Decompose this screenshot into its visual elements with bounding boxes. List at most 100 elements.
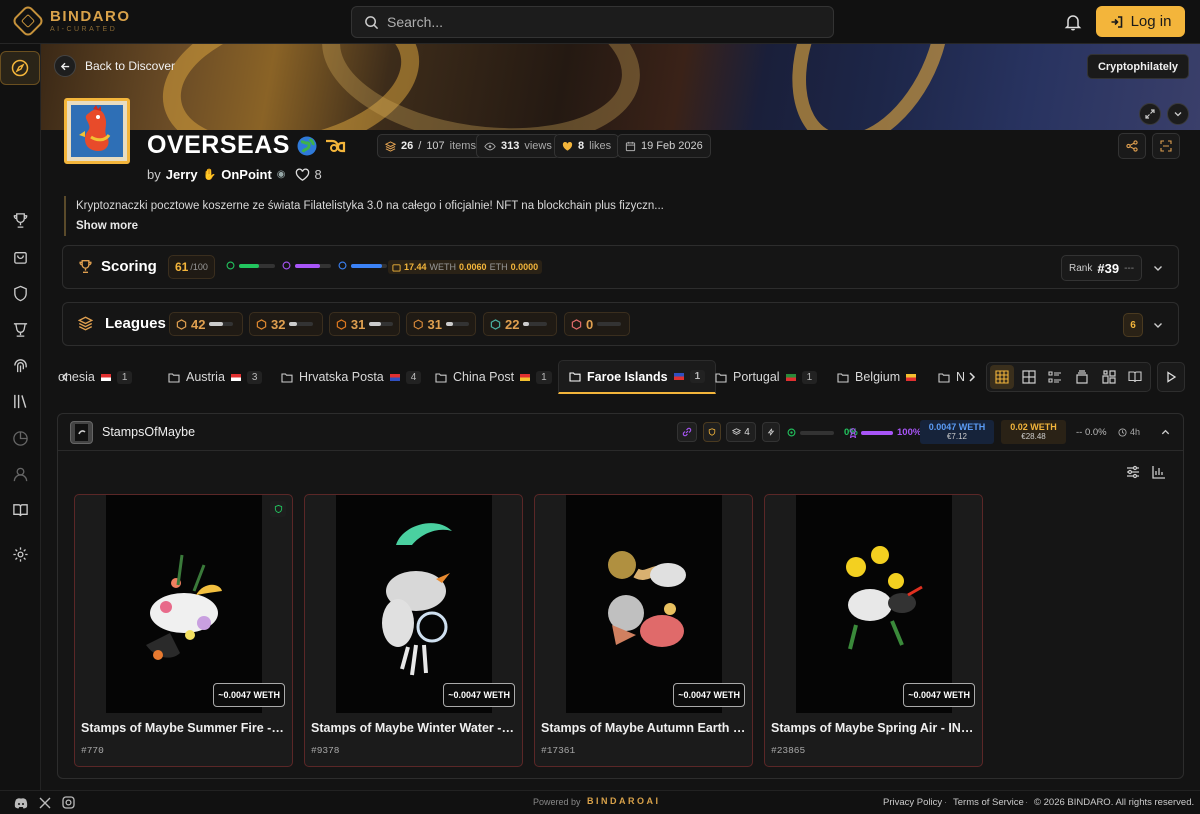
play-button[interactable] xyxy=(1157,362,1185,392)
scoring-panel[interactable]: Scoring 61 /100 17.44 WETH 0.0060 ETH 0.… xyxy=(62,245,1179,289)
price-badge: ~0.0047 WETH xyxy=(673,683,745,707)
category-tag[interactable]: Cryptophilately xyxy=(1087,54,1189,79)
chevron-down-icon[interactable] xyxy=(1152,319,1164,331)
sidebar-item-profile[interactable] xyxy=(5,459,35,489)
nft-image[interactable] xyxy=(336,495,492,713)
back-link[interactable]: Back to Discover xyxy=(54,55,175,77)
tab-hrvatska-posta[interactable]: Hrvatska Posta 4 xyxy=(281,360,422,394)
bolt-button[interactable] xyxy=(762,422,780,442)
grid-view-button[interactable] xyxy=(1017,365,1041,389)
chevron-right-icon[interactable] xyxy=(967,371,977,383)
chevron-up-icon[interactable] xyxy=(1160,427,1171,438)
nft-image[interactable] xyxy=(566,495,722,713)
sidebar-item-discover[interactable] xyxy=(0,51,40,85)
show-more-link[interactable]: Show more xyxy=(76,216,664,236)
chevron-down-icon[interactable] xyxy=(1152,262,1164,274)
sidebar-item-stats[interactable] xyxy=(5,423,35,453)
sidebar-item-trophy[interactable] xyxy=(5,205,35,235)
discord-icon[interactable] xyxy=(14,797,28,809)
league-value: 32 xyxy=(271,316,286,332)
expand-icon[interactable] xyxy=(1139,103,1161,125)
sidebar-item-market[interactable] xyxy=(5,241,35,271)
nft-card[interactable]: ~0.0047 WETH Stamps of Maybe Autumn Earth… xyxy=(534,494,753,767)
tab-faroe-islands[interactable]: Faroe Islands 1 xyxy=(558,360,717,394)
sidebar-item-shield[interactable] xyxy=(5,278,35,308)
link-button[interactable] xyxy=(677,422,697,442)
league-chip-3[interactable]: 31 xyxy=(329,312,400,336)
nft-card[interactable]: ~0.0047 WETH Stamps of Maybe Summer Fire … xyxy=(74,494,293,767)
sidebar-item-library[interactable] xyxy=(5,386,35,416)
app-logo[interactable]: BINDARO AI-CURATED xyxy=(11,4,131,38)
league-value: 0 xyxy=(586,316,594,332)
tab-label: onesia xyxy=(58,370,95,384)
mosaic-view-button[interactable] xyxy=(1097,365,1121,389)
tab-label: N xyxy=(956,370,966,384)
book-view-button[interactable] xyxy=(1123,365,1147,389)
trophy-icon xyxy=(13,212,27,228)
heart-outline-icon[interactable] xyxy=(295,167,310,182)
filter-sliders-icon[interactable] xyxy=(1126,465,1140,479)
grid-large-view-button[interactable] xyxy=(990,365,1014,389)
sidebar-item-settings[interactable] xyxy=(5,539,35,569)
sub-collection-header[interactable]: StampsOfMaybe 4 0% 100% 0.0047 WETH €7.1… xyxy=(58,414,1183,451)
score-bar-2 xyxy=(282,261,331,270)
sidebar-item-guide[interactable] xyxy=(5,495,35,525)
purple-pct: 100% xyxy=(897,427,922,438)
nft-title[interactable]: Stamps of Maybe Winter Water - Wr... xyxy=(311,721,517,735)
leagues-panel[interactable]: Leagues 42 32 31 31 22 0 6 xyxy=(62,302,1179,346)
author-link[interactable]: Jerry xyxy=(166,167,198,182)
login-button[interactable]: Log in xyxy=(1096,6,1185,37)
price-badge: ~0.0047 WETH xyxy=(213,683,285,707)
scan-button[interactable] xyxy=(1152,133,1180,159)
leagues-count-badge: 6 xyxy=(1123,313,1143,337)
search-bar[interactable] xyxy=(351,6,834,38)
nft-title[interactable]: Stamps of Maybe Summer Fire - hP8... xyxy=(81,721,287,735)
layers-icon xyxy=(78,316,93,331)
nft-card[interactable]: ~0.0047 WETH Stamps of Maybe Winter Water… xyxy=(304,494,523,767)
list-view-button[interactable] xyxy=(1043,365,1067,389)
privacy-link[interactable]: Privacy Policy xyxy=(883,797,942,808)
bolt-icon xyxy=(767,428,775,436)
calendar-icon xyxy=(625,141,636,151)
tab-portugal[interactable]: Portugal 1 xyxy=(715,360,818,394)
author-tag[interactable]: OnPoint xyxy=(221,167,272,182)
nft-card[interactable]: ~0.0047 WETH Stamps of Maybe Spring Air -… xyxy=(764,494,983,767)
verified-button[interactable] xyxy=(703,422,721,442)
tab-onesia[interactable]: onesia 1 xyxy=(58,360,133,394)
league-chip-1[interactable]: 42 xyxy=(169,312,243,336)
league-chip-5[interactable]: 22 xyxy=(483,312,557,336)
powered-by-brand[interactable]: BINDAROAI xyxy=(587,796,661,806)
chevron-down-icon[interactable] xyxy=(1167,103,1189,125)
nft-image[interactable] xyxy=(106,495,262,713)
tab-n[interactable]: N xyxy=(938,360,965,394)
league-chip-6[interactable]: 0 xyxy=(564,312,630,336)
library-icon xyxy=(13,394,26,408)
notifications-bell-icon[interactable] xyxy=(1063,12,1083,32)
league-chip-4[interactable]: 31 xyxy=(406,312,476,336)
tab-austria[interactable]: Austria 3 xyxy=(168,360,263,394)
views-chip: 313 views xyxy=(476,134,560,158)
floor-eur: €7.12 xyxy=(946,431,968,441)
instagram-icon[interactable] xyxy=(62,796,75,809)
sidebar-item-awards[interactable] xyxy=(5,314,35,344)
sidebar-item-fingerprint[interactable] xyxy=(5,350,35,380)
age-label: 4h xyxy=(1118,427,1140,437)
x-twitter-icon[interactable] xyxy=(39,797,51,809)
terms-link[interactable]: Terms of Service xyxy=(953,797,1024,808)
search-input[interactable] xyxy=(387,14,787,30)
nft-title[interactable]: Stamps of Maybe Autumn Earth - Z... xyxy=(541,721,747,735)
items-count: 26 xyxy=(401,140,414,152)
collection-name[interactable]: StampsOfMaybe xyxy=(102,425,195,439)
tab-belgium[interactable]: Belgium xyxy=(837,360,917,394)
bar-chart-icon[interactable] xyxy=(1152,465,1166,479)
nft-title[interactable]: Stamps of Maybe Spring Air - INwLm6 xyxy=(771,721,977,735)
eth-value-2: 0.0000 xyxy=(510,262,539,272)
league-chip-2[interactable]: 32 xyxy=(249,312,323,336)
tab-label: Belgium xyxy=(855,370,901,384)
nft-image[interactable] xyxy=(796,495,952,713)
copyright-text: © 2026 BINDARO. All rights reserved. xyxy=(1034,797,1195,808)
score-value: 61 xyxy=(175,260,189,274)
share-button[interactable] xyxy=(1118,133,1146,159)
tab-china-post[interactable]: China Post 1 xyxy=(435,360,552,394)
stack-view-button[interactable] xyxy=(1070,365,1094,389)
